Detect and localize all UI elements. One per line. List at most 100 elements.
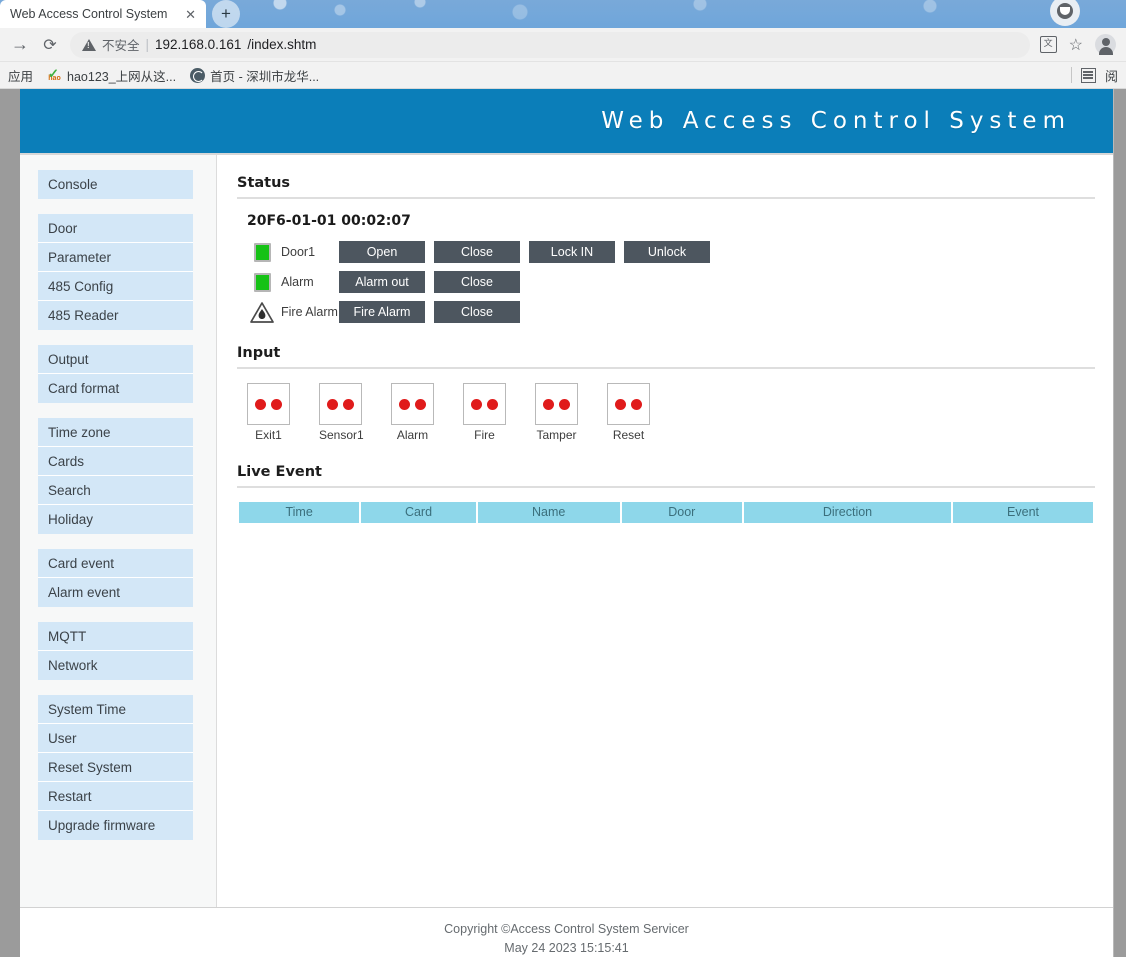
forward-icon[interactable]: → (10, 34, 30, 55)
green-led-icon (247, 242, 277, 262)
sidebar-item-search[interactable]: Search (38, 476, 193, 505)
tab-strip: Web Access Control System ✕ + (0, 0, 1126, 28)
address-bar[interactable]: 不安全 | 192.168.0.161/index.shtm (70, 31, 1030, 58)
red-led-icon (615, 398, 626, 410)
input-cell-fire: Fire (463, 383, 506, 442)
sidebar-item-card-format[interactable]: Card format (38, 374, 193, 403)
bookmark-hao123[interactable]: hao hao123_上网从这... (47, 63, 177, 85)
door-close-button[interactable]: Close (434, 241, 520, 263)
input-cell-alarm: Alarm (391, 383, 434, 442)
sidebar-group-console: Console (38, 170, 193, 199)
browser-toolbar: → ⟳ 不安全 | 192.168.0.161/index.shtm 文 ☆ (0, 28, 1126, 62)
sidebar-item-output[interactable]: Output (38, 345, 193, 374)
column-header-event[interactable]: Event (953, 502, 1094, 523)
sidebar-item-user[interactable]: User (38, 724, 193, 753)
profile-bubble-avatar[interactable] (1050, 0, 1080, 26)
translate-icon[interactable]: 文 (1039, 36, 1057, 53)
live-event-table: Time Card Name Door Direction Event (239, 502, 1094, 523)
sidebar-item-holiday[interactable]: Holiday (38, 505, 193, 534)
door-lock-in-button[interactable]: Lock IN (529, 241, 615, 263)
sidebar-item-console[interactable]: Console (38, 170, 193, 199)
sidebar-item-cards[interactable]: Cards (38, 447, 193, 476)
sidebar-group-events: Card event Alarm event (38, 549, 193, 607)
sidebar-group-network: MQTT Network (38, 622, 193, 680)
red-led-icon (559, 398, 570, 410)
sidebar-item-network[interactable]: Network (38, 651, 193, 680)
status-section-title: Status (237, 175, 291, 191)
person-icon (1057, 3, 1073, 19)
bookmark-hao123-label: hao123_上网从这... (67, 69, 177, 84)
input-label-reset: Reset (612, 428, 645, 442)
input-box (607, 383, 650, 425)
fire-alarm-button[interactable]: Fire Alarm (339, 301, 425, 323)
main-content: Status 20F6-01-01 00:02:07 Door1 Open Cl… (217, 155, 1113, 907)
reading-list-icon[interactable]: 阅 (1105, 66, 1118, 85)
red-led-icon (271, 398, 282, 410)
input-cell-tamper: Tamper (535, 383, 578, 442)
avatar[interactable] (1095, 34, 1116, 55)
bookmark-apps[interactable]: 应用 (8, 66, 33, 85)
fire-alarm-icon (247, 301, 277, 323)
alarm-out-button[interactable]: Alarm out (339, 271, 425, 293)
hao123-icon: hao (47, 63, 62, 84)
input-label-fire: Fire (474, 428, 495, 442)
red-led-icon (471, 398, 482, 410)
divider (237, 197, 1095, 199)
input-box (535, 383, 578, 425)
input-indicators: Exit1 Sensor1 Alarm Fire Tamper Reset (237, 383, 1095, 442)
bookmark-apps-label: 应用 (8, 69, 34, 84)
status-label-fire-alarm: Fire Alarm (281, 305, 338, 319)
sidebar-item-door[interactable]: Door (38, 214, 193, 243)
column-header-door[interactable]: Door (621, 502, 744, 523)
new-tab-button[interactable]: + (212, 0, 240, 28)
footer-build-time: May 24 2023 15:15:41 (504, 941, 629, 955)
red-led-icon (343, 398, 354, 410)
alarm-close-button[interactable]: Close (434, 271, 520, 293)
sidebar-item-restart[interactable]: Restart (38, 782, 193, 811)
column-header-direction[interactable]: Direction (743, 502, 954, 523)
status-label-alarm: Alarm (281, 275, 314, 289)
column-header-time[interactable]: Time (239, 502, 362, 523)
door-unlock-button[interactable]: Unlock (624, 241, 710, 263)
sidebar-item-card-event[interactable]: Card event (38, 549, 193, 578)
input-cell-exit1: Exit1 (247, 383, 290, 442)
sidebar-item-mqtt[interactable]: MQTT (38, 622, 193, 651)
list-icon[interactable] (1080, 67, 1096, 83)
sidebar-item-upgrade-firmware[interactable]: Upgrade firmware (38, 811, 193, 840)
url-host: 192.168.0.161 (155, 37, 242, 52)
input-label-tamper: Tamper (536, 428, 577, 442)
fire-alarm-close-button[interactable]: Close (434, 301, 520, 323)
bookmark-homepage[interactable]: 首页 - 深圳市龙华... (190, 66, 319, 85)
input-cell-reset: Reset (607, 383, 650, 442)
column-header-name[interactable]: Name (477, 502, 622, 523)
door-open-button[interactable]: Open (339, 241, 425, 263)
sidebar-item-reset-system[interactable]: Reset System (38, 753, 193, 782)
sidebar-item-time-zone[interactable]: Time zone (38, 418, 193, 447)
sidebar-item-system-time[interactable]: System Time (38, 695, 193, 724)
sidebar-item-485-reader[interactable]: 485 Reader (38, 301, 193, 330)
sidebar-item-485-config[interactable]: 485 Config (38, 272, 193, 301)
input-label-exit1: Exit1 (255, 428, 282, 442)
globe-icon (190, 67, 206, 83)
sidebar-item-parameter[interactable]: Parameter (38, 243, 193, 272)
close-icon[interactable]: ✕ (181, 8, 200, 21)
sidebar-item-alarm-event[interactable]: Alarm event (38, 578, 193, 607)
red-led-icon (399, 398, 410, 410)
page-viewport: Web Access Control System Console Door P… (0, 89, 1126, 957)
security-label: 不安全 (102, 39, 140, 53)
divider (237, 486, 1095, 488)
input-box (391, 383, 434, 425)
toolbar-actions: 文 ☆ (1039, 34, 1116, 55)
bookmarks-bar: 应用 hao hao123_上网从这... 首页 - 深圳市龙华... 阅 (0, 62, 1126, 89)
warning-triangle-icon (82, 38, 96, 51)
sidebar-group-system: System Time User Reset System Restart Up… (38, 695, 193, 840)
omnibox-divider: | (145, 37, 150, 52)
browser-tab[interactable]: Web Access Control System ✕ (0, 0, 206, 28)
page-footer: Copyright ©Access Control System Service… (20, 907, 1113, 957)
input-box (319, 383, 362, 425)
reload-icon[interactable]: ⟳ (40, 35, 60, 55)
input-cell-sensor1: Sensor1 (319, 383, 364, 442)
red-led-icon (487, 398, 498, 410)
column-header-card[interactable]: Card (361, 502, 478, 523)
bookmark-star-icon[interactable]: ☆ (1069, 35, 1083, 55)
